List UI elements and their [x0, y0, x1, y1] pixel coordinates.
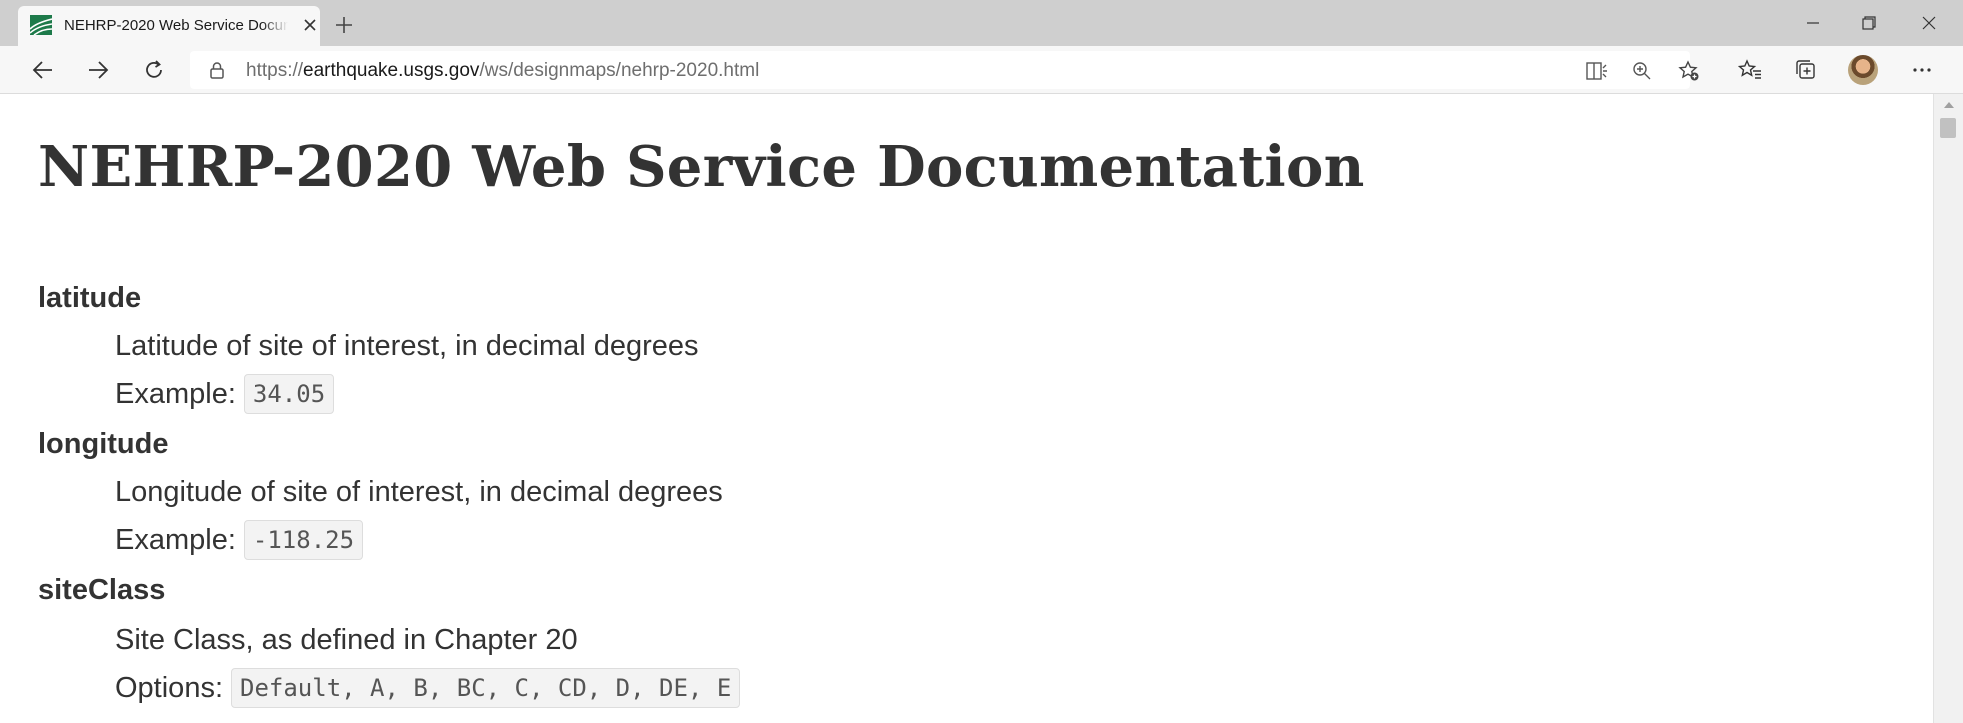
browser-title-bar: NEHRP-2020 Web Service Documentation	[0, 0, 1963, 46]
browser-toolbar: https://earthquake.usgs.gov/ws/designmap…	[0, 46, 1963, 94]
back-arrow-icon[interactable]	[25, 52, 61, 88]
param-options-siteclass: Options: Default, A, B, BC, C, CD, D, DE…	[115, 668, 741, 708]
example-label: Example:	[115, 523, 236, 556]
vertical-scrollbar[interactable]	[1933, 94, 1963, 723]
minimize-icon[interactable]	[1785, 0, 1841, 46]
url-text[interactable]: https://earthquake.usgs.gov/ws/designmap…	[246, 60, 759, 82]
param-description-longitude: Longitude of site of interest, in decima…	[115, 476, 723, 508]
example-label: Example:	[115, 377, 236, 410]
example-value-longitude: -118.25	[243, 520, 364, 560]
tab-close-icon[interactable]	[299, 14, 321, 36]
new-tab-icon[interactable]	[330, 12, 358, 38]
close-icon[interactable]	[1901, 0, 1957, 46]
usgs-logo-icon	[29, 15, 53, 36]
favorites-icon[interactable]	[1732, 52, 1768, 88]
restore-icon[interactable]	[1841, 0, 1897, 46]
lock-icon[interactable]	[208, 61, 226, 79]
example-value-latitude: 34.05	[243, 374, 335, 414]
param-example-latitude: Example: 34.05	[115, 374, 335, 414]
param-description-siteclass: Site Class, as defined in Chapter 20	[115, 624, 578, 656]
scroll-up-arrow-icon[interactable]	[1934, 98, 1963, 112]
browser-tab[interactable]: NEHRP-2020 Web Service Documentation	[18, 6, 320, 46]
param-name-siteclass: siteClass	[38, 574, 166, 606]
tab-title: NEHRP-2020 Web Service Documentation	[64, 17, 288, 34]
add-favorite-icon[interactable]	[1674, 56, 1704, 86]
forward-arrow-icon[interactable]	[80, 52, 116, 88]
profile-avatar[interactable]	[1848, 55, 1878, 85]
more-icon[interactable]	[1904, 52, 1940, 88]
param-example-longitude: Example: -118.25	[115, 520, 364, 560]
collections-icon[interactable]	[1788, 52, 1824, 88]
param-name-longitude: longitude	[38, 428, 169, 460]
page-content: NEHRP-2020 Web Service Documentation lat…	[8, 94, 1933, 723]
immersive-reader-icon[interactable]	[1582, 56, 1612, 86]
refresh-icon[interactable]	[136, 52, 172, 88]
zoom-icon[interactable]	[1627, 56, 1657, 86]
scrollbar-thumb[interactable]	[1940, 118, 1956, 138]
address-bar[interactable]: https://earthquake.usgs.gov/ws/designmap…	[190, 51, 1699, 89]
param-description-latitude: Latitude of site of interest, in decimal…	[115, 330, 699, 362]
param-name-latitude: latitude	[38, 282, 142, 314]
options-label: Options:	[115, 671, 223, 704]
page-title: NEHRP-2020 Web Service Documentation	[38, 134, 1365, 200]
options-value-siteclass: Default, A, B, BC, C, CD, D, DE, E	[231, 668, 741, 708]
